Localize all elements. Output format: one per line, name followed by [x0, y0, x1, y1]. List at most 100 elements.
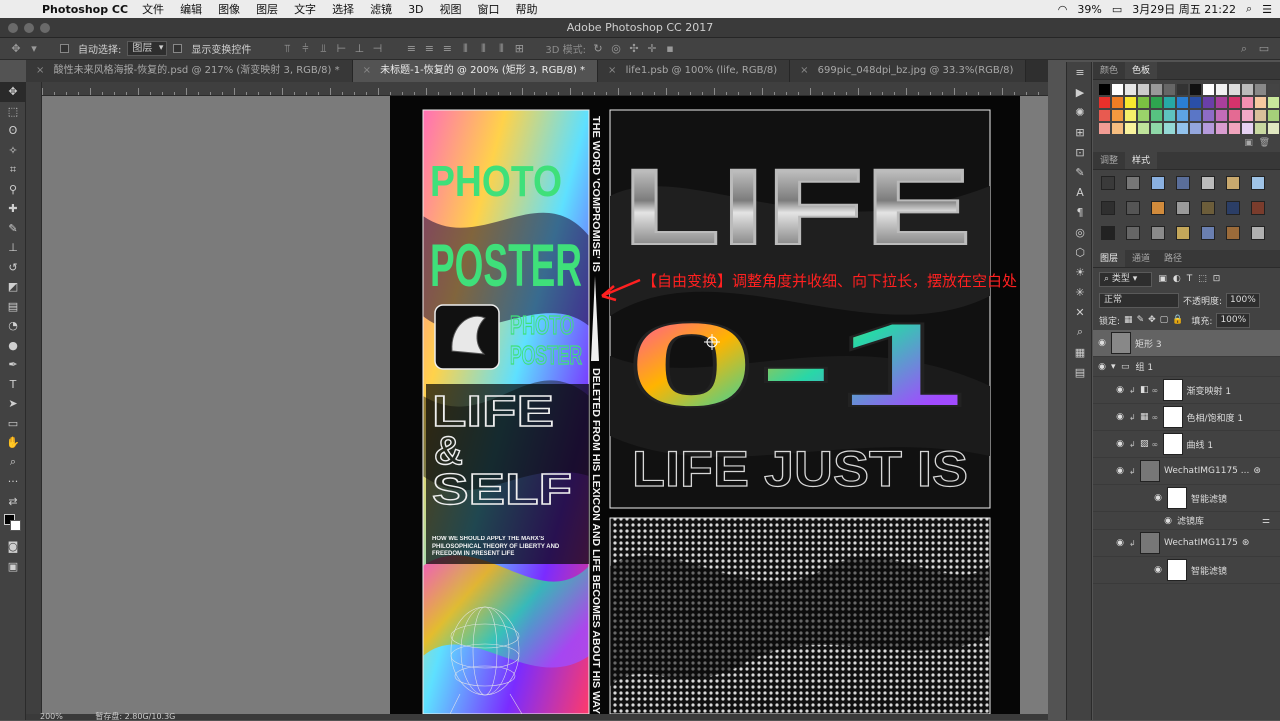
- lock-all-icon[interactable]: 🔒: [1172, 315, 1183, 325]
- filter-mask-thumbnail[interactable]: [1167, 559, 1187, 581]
- battery-level[interactable]: 39%: [1077, 3, 1101, 16]
- menu-window[interactable]: 窗口: [478, 1, 500, 17]
- hand-tool-icon[interactable]: ✋: [0, 433, 26, 453]
- layer-comps-icon[interactable]: ▦: [1067, 342, 1093, 362]
- move-tool-icon[interactable]: ✥: [10, 42, 22, 55]
- tab-swatches[interactable]: 色板: [1125, 62, 1158, 79]
- color-swatch[interactable]: [1099, 97, 1110, 108]
- healing-brush-tool-icon[interactable]: ✚: [0, 199, 26, 219]
- style-preset[interactable]: [1101, 201, 1115, 215]
- color-swatch[interactable]: [1242, 110, 1253, 121]
- color-swatch[interactable]: [1164, 97, 1175, 108]
- layer-row[interactable]: ◉ ↲ ▨ ∞ 曲线 1: [1093, 431, 1280, 458]
- timeline-icon[interactable]: ✳: [1067, 282, 1093, 302]
- glyphs-icon[interactable]: ◎: [1067, 222, 1093, 242]
- style-preset[interactable]: [1201, 226, 1215, 240]
- distribute-hcenter-icon[interactable]: ⦀: [477, 42, 489, 56]
- 3d-scale-icon[interactable]: ▪: [664, 42, 676, 55]
- brush-settings-icon[interactable]: ✺: [1067, 102, 1093, 122]
- filter-options-icon[interactable]: ⚌: [1262, 516, 1270, 526]
- menu-layer[interactable]: 图层: [256, 1, 278, 17]
- path-selection-tool-icon[interactable]: ➤: [0, 394, 26, 414]
- color-swatch[interactable]: [1177, 110, 1188, 121]
- menu-list-icon[interactable]: ☰: [1262, 3, 1272, 16]
- style-preset[interactable]: [1101, 176, 1115, 190]
- filter-mask-thumbnail[interactable]: [1167, 487, 1187, 509]
- swatches-grid[interactable]: [1093, 80, 1280, 138]
- color-swatch[interactable]: [1229, 110, 1240, 121]
- eraser-tool-icon[interactable]: ◩: [0, 277, 26, 297]
- mask-thumbnail[interactable]: [1162, 406, 1183, 428]
- opacity-input[interactable]: 100%: [1226, 292, 1260, 308]
- style-preset[interactable]: [1151, 201, 1165, 215]
- tab-channels[interactable]: 通道: [1125, 250, 1157, 267]
- color-swatch[interactable]: [1112, 97, 1123, 108]
- style-preset[interactable]: [1176, 226, 1190, 240]
- color-swatch[interactable]: [1125, 110, 1136, 121]
- color-swatch[interactable]: [1255, 123, 1266, 134]
- search-icon[interactable]: ⌕: [1238, 42, 1250, 56]
- 3d-rotate-icon[interactable]: ↻: [592, 42, 604, 55]
- fill-input[interactable]: 100%: [1216, 312, 1251, 328]
- layer-row[interactable]: ◉ ↲ WechatIMG1175 ... ⊛: [1093, 458, 1280, 485]
- eye-icon[interactable]: ◉: [1111, 466, 1129, 476]
- history-brush-tool-icon[interactable]: ↺: [0, 258, 26, 278]
- distribute-bottom-icon[interactable]: ≡: [441, 42, 453, 55]
- menu-filter[interactable]: 滤镜: [370, 1, 392, 17]
- color-swatch[interactable]: [1242, 97, 1253, 108]
- align-vcenter-icon[interactable]: ⫩: [299, 42, 311, 56]
- color-swatch[interactable]: [1138, 97, 1149, 108]
- more-tools-icon[interactable]: ···: [0, 472, 26, 492]
- 3d-slide-icon[interactable]: ✛: [646, 42, 658, 55]
- color-swatch[interactable]: [1268, 97, 1279, 108]
- close-icon[interactable]: ×: [36, 65, 44, 76]
- app-menu[interactable]: Photoshop CC: [42, 3, 128, 16]
- align-bottom-icon[interactable]: ⫫: [317, 42, 329, 56]
- lock-artboard-icon[interactable]: ▢: [1160, 315, 1169, 325]
- layer-row[interactable]: ◉ 滤镜库 ⚌: [1093, 512, 1280, 530]
- blur-tool-icon[interactable]: ◔: [0, 316, 26, 336]
- style-preset[interactable]: [1251, 176, 1265, 190]
- color-swatch[interactable]: [1203, 123, 1214, 134]
- color-swatch[interactable]: [1112, 123, 1123, 134]
- rectangle-tool-icon[interactable]: ▭: [0, 414, 26, 434]
- color-swatch[interactable]: [1268, 84, 1279, 95]
- eye-icon[interactable]: ◉: [1093, 338, 1111, 348]
- poster-artwork[interactable]: PHOTO POSTER PHOTO POSTER LIFE & SELF HO…: [390, 96, 1020, 714]
- style-preset[interactable]: [1226, 201, 1240, 215]
- document-canvas[interactable]: PHOTO POSTER PHOTO POSTER LIFE & SELF HO…: [390, 96, 1020, 714]
- align-top-icon[interactable]: ⫪: [281, 42, 293, 56]
- style-preset[interactable]: [1126, 226, 1140, 240]
- dodge-tool-icon[interactable]: ●: [0, 336, 26, 356]
- color-swatch[interactable]: [1164, 84, 1175, 95]
- close-window-button[interactable]: [8, 23, 18, 33]
- tab-document-2[interactable]: × 未标题-1-恢复的 @ 200% (矩形 3, RGB/8) *: [352, 60, 599, 82]
- distribute-right-icon[interactable]: ⦀: [495, 42, 507, 56]
- eyedropper-tool-icon[interactable]: ⚲: [0, 180, 26, 200]
- style-preset[interactable]: [1226, 176, 1240, 190]
- tab-styles[interactable]: 样式: [1125, 152, 1158, 169]
- wifi-icon[interactable]: ◠: [1058, 3, 1068, 16]
- clone-source-icon[interactable]: ⊞: [1067, 122, 1093, 142]
- layer-row[interactable]: ◉ 智能滤镜: [1093, 557, 1280, 584]
- magic-wand-tool-icon[interactable]: ✧: [0, 141, 26, 161]
- close-icon[interactable]: ×: [608, 65, 616, 76]
- filter-type-icon[interactable]: T: [1187, 274, 1193, 284]
- color-swatch[interactable]: [1268, 123, 1279, 134]
- style-preset[interactable]: [1176, 201, 1190, 215]
- color-swatch[interactable]: [1177, 97, 1188, 108]
- eye-icon[interactable]: ◉: [1149, 565, 1167, 575]
- style-preset[interactable]: [1126, 176, 1140, 190]
- color-swatch[interactable]: [1242, 84, 1253, 95]
- chevron-down-icon[interactable]: ▾: [28, 42, 40, 55]
- color-swatch[interactable]: [1151, 84, 1162, 95]
- lock-image-icon[interactable]: ✎: [1137, 315, 1145, 325]
- clone-stamp-tool-icon[interactable]: ⊥: [0, 238, 26, 258]
- style-preset[interactable]: [1151, 226, 1165, 240]
- distribute-vcenter-icon[interactable]: ≡: [423, 42, 435, 55]
- color-swatch[interactable]: [1164, 110, 1175, 121]
- navigator-icon[interactable]: ⌕: [1067, 322, 1093, 342]
- pen-tool-icon[interactable]: ✒: [0, 355, 26, 375]
- color-swatch[interactable]: [1164, 123, 1175, 134]
- tab-adjustments[interactable]: 调整: [1093, 152, 1125, 169]
